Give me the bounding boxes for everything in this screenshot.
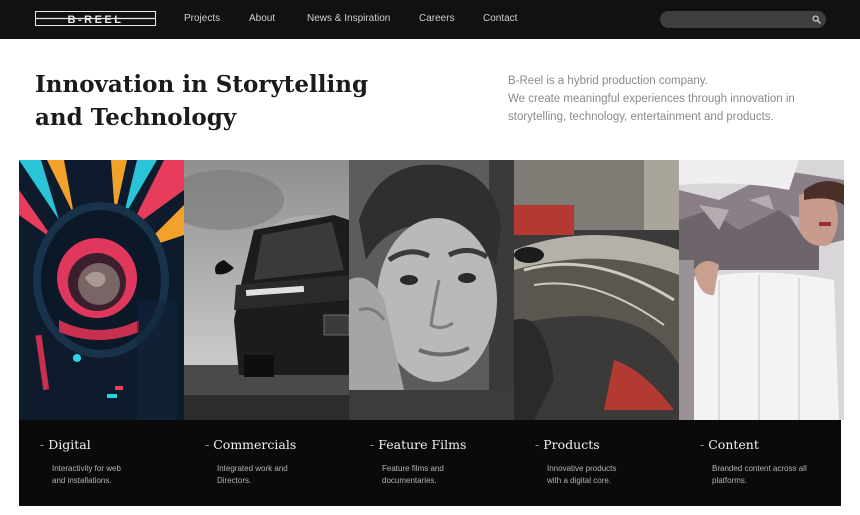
category-description: Innovative products with a digital core. — [547, 463, 672, 487]
portrait-photo — [349, 160, 514, 420]
description-line: with a digital core. — [547, 476, 612, 485]
feature-films-image — [349, 160, 514, 420]
headline-line: Innovation in Storytelling — [35, 71, 369, 98]
headline-line: and Technology — [35, 104, 237, 131]
products-caption: - Products Innovative products with a dig… — [514, 420, 679, 506]
description-line: platforms. — [712, 476, 748, 485]
description-line: and installations. — [52, 476, 112, 485]
search-icon[interactable] — [812, 15, 821, 24]
category-description: Feature films and documentaries. — [382, 463, 507, 487]
category-card-commercials[interactable]: - Commercials Integrated work and Directo… — [184, 160, 349, 506]
search-box — [660, 11, 826, 28]
category-title-text: Content — [708, 437, 759, 452]
top-navigation-bar: B-REEL Projects About News & Inspiration… — [0, 0, 860, 39]
description-line: Interactivity for web — [52, 464, 121, 473]
svg-text:B-REEL: B-REEL — [68, 14, 124, 26]
content-image — [679, 160, 844, 420]
search-input[interactable] — [670, 13, 806, 26]
category-description: Integrated work and Directors. — [217, 463, 342, 487]
description-line: Directors. — [217, 476, 252, 485]
company-description: B-Reel is a hybrid production company. W… — [508, 72, 838, 126]
description-line: storytelling, technology, entertainment … — [508, 111, 774, 123]
category-title-text: Products — [543, 437, 600, 452]
nav-news-inspiration[interactable]: News & Inspiration — [307, 13, 390, 24]
nav-about[interactable]: About — [249, 13, 275, 24]
digital-image — [19, 160, 184, 420]
page-headline: Innovation in Storytelling and Technolog… — [35, 68, 369, 134]
category-title: - Digital — [40, 437, 91, 452]
commercials-image — [184, 160, 349, 420]
category-title: - Feature Films — [370, 437, 467, 452]
commercials-caption: - Commercials Integrated work and Directo… — [184, 420, 349, 506]
category-card-digital[interactable]: - Digital Interactivity for web and insta… — [19, 160, 184, 506]
description-line: B-Reel is a hybrid production company. — [508, 75, 708, 87]
category-panels: - Digital Interactivity for web and insta… — [19, 160, 844, 506]
category-title: - Content — [700, 437, 759, 452]
feature-films-caption: - Feature Films Feature films and documen… — [349, 420, 514, 506]
category-title-text: Digital — [48, 437, 91, 452]
nav-careers[interactable]: Careers — [419, 13, 455, 24]
astronaut-illustration — [19, 160, 184, 420]
category-title: - Commercials — [205, 437, 297, 452]
category-description: Interactivity for web and installations. — [52, 463, 177, 487]
description-line: We create meaningful experiences through… — [508, 93, 795, 105]
nav-contact[interactable]: Contact — [483, 13, 517, 24]
description-line: Integrated work and — [217, 464, 288, 473]
category-title-text: Feature Films — [378, 437, 467, 452]
description-line: Branded content across all — [712, 464, 807, 473]
digital-caption: - Digital Interactivity for web and insta… — [19, 420, 184, 506]
race-track-photo — [514, 160, 679, 420]
category-card-feature-films[interactable]: - Feature Films Feature films and documen… — [349, 160, 514, 506]
category-title: - Products — [535, 437, 600, 452]
brand-logo[interactable]: B-REEL — [35, 11, 156, 26]
description-line: Feature films and — [382, 464, 444, 473]
products-image — [514, 160, 679, 420]
category-card-content[interactable]: - Content Branded content across all plat… — [679, 160, 844, 506]
car-photo — [184, 160, 349, 420]
description-line: Innovative products — [547, 464, 617, 473]
nav-projects[interactable]: Projects — [184, 13, 220, 24]
category-title-text: Commercials — [213, 437, 297, 452]
fashion-photo — [679, 160, 844, 420]
b-reel-logo-mark: B-REEL — [35, 11, 156, 26]
description-line: documentaries. — [382, 476, 437, 485]
category-card-products[interactable]: - Products Innovative products with a dig… — [514, 160, 679, 506]
category-description: Branded content across all platforms. — [712, 463, 837, 487]
content-caption: - Content Branded content across all plat… — [679, 420, 841, 506]
